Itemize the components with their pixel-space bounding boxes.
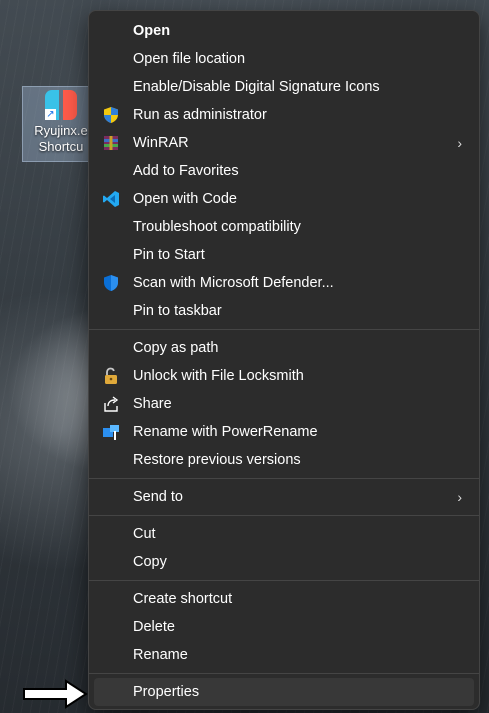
menu-item-label: Send to [133,489,183,505]
menu-item-run-as-administrator[interactable]: Run as administrator [94,101,474,129]
powerrename-icon [102,423,120,441]
menu-separator [89,580,479,581]
menu-item-label: Run as administrator [133,107,267,123]
menu-separator [89,515,479,516]
menu-separator [89,673,479,674]
winrar-icon [102,134,120,152]
menu-item-add-to-favorites[interactable]: Add to Favorites [94,157,474,185]
menu-item-properties[interactable]: Properties [94,678,474,706]
menu-item-cut[interactable]: Cut [94,520,474,548]
menu-item-label: Rename with PowerRename [133,424,318,440]
menu-item-open[interactable]: Open [94,17,474,45]
uac-shield-icon [102,106,120,124]
menu-item-label: Pin to taskbar [133,303,222,319]
menu-item-copy-as-path[interactable]: Copy as path [94,334,474,362]
menu-item-label: WinRAR [133,135,189,151]
chevron-right-icon: › [457,135,462,151]
menu-item-open-with-code[interactable]: Open with Code [94,185,474,213]
menu-item-label: Rename [133,647,188,663]
vscode-icon [102,190,120,208]
defender-shield-icon [102,274,120,292]
white-arrow-icon [23,679,88,709]
menu-item-label: Add to Favorites [133,163,239,179]
menu-item-digital-signature-icons[interactable]: Enable/Disable Digital Signature Icons [94,73,474,101]
menu-item-label: Open [133,23,171,39]
menu-item-restore-previous-versions[interactable]: Restore previous versions [94,446,474,474]
menu-item-label: Unlock with File Locksmith [133,368,304,384]
menu-item-power-rename[interactable]: Rename with PowerRename [94,418,474,446]
menu-item-label: Share [133,396,172,412]
menu-item-label: Scan with Microsoft Defender... [133,275,334,291]
menu-item-label: Restore previous versions [133,452,301,468]
share-icon [102,395,120,413]
menu-item-winrar[interactable]: WinRAR › [94,129,474,157]
ryujinx-icon: ↗ [45,90,77,120]
menu-item-label: Troubleshoot compatibility [133,219,301,235]
menu-item-label: Copy [133,554,167,570]
menu-item-troubleshoot-compatibility[interactable]: Troubleshoot compatibility [94,213,474,241]
menu-item-open-file-location[interactable]: Open file location [94,45,474,73]
menu-item-send-to[interactable]: Send to › [94,483,474,511]
chevron-right-icon: › [457,489,462,505]
menu-item-label: Copy as path [133,340,219,356]
menu-item-create-shortcut[interactable]: Create shortcut [94,585,474,613]
menu-item-scan-defender[interactable]: Scan with Microsoft Defender... [94,269,474,297]
menu-item-delete[interactable]: Delete [94,613,474,641]
menu-item-label: Open with Code [133,191,237,207]
menu-item-pin-to-taskbar[interactable]: Pin to taskbar [94,297,474,325]
menu-item-label: Cut [133,526,156,542]
shortcut-arrow-icon: ↗ [45,109,56,120]
menu-item-label: Open file location [133,51,246,67]
menu-item-label: Properties [133,684,200,700]
menu-item-pin-to-start[interactable]: Pin to Start [94,241,474,269]
padlock-icon [102,367,120,385]
menu-item-label: Delete [133,619,175,635]
menu-item-unlock-file-locksmith[interactable]: Unlock with File Locksmith [94,362,474,390]
menu-item-label: Pin to Start [133,247,205,263]
menu-item-share[interactable]: Share [94,390,474,418]
menu-item-label: Enable/Disable Digital Signature Icons [133,79,380,95]
menu-item-copy[interactable]: Copy [94,548,474,576]
menu-separator [89,478,479,479]
menu-item-rename[interactable]: Rename [94,641,474,669]
context-menu: Open Open file location Enable/Disable D… [88,10,480,710]
menu-item-label: Create shortcut [133,591,233,607]
menu-separator [89,329,479,330]
